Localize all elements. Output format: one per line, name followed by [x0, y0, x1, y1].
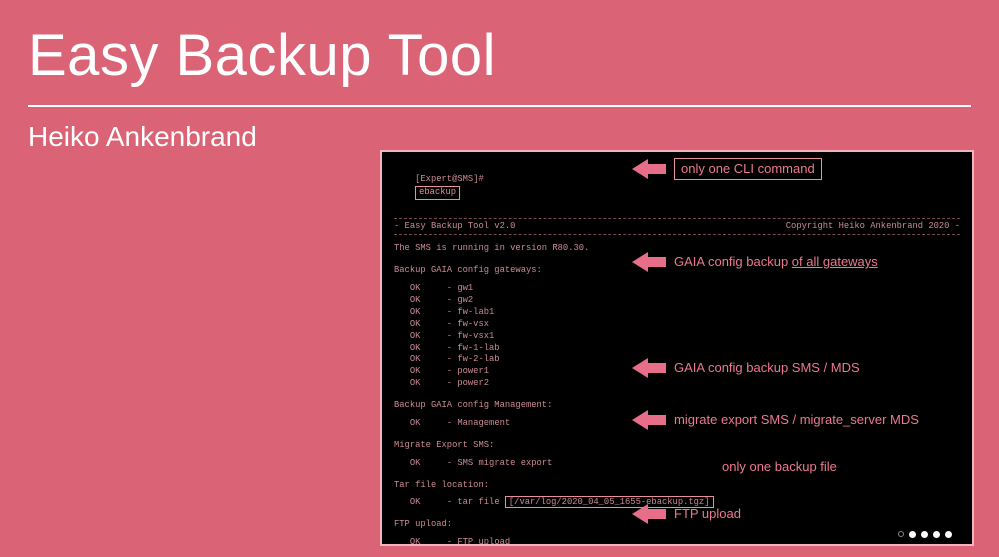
dot-icon	[945, 531, 952, 538]
note-migrate-label: migrate export SMS / migrate_server MDS	[674, 411, 919, 429]
note-gaia-mgmt-label: GAIA config backup SMS / MDS	[674, 359, 860, 377]
status-ok: OK	[410, 497, 421, 507]
dot-icon	[898, 531, 904, 537]
dot-icon	[933, 531, 940, 538]
section-migrate: Migrate Export SMS:	[394, 440, 960, 452]
note-gaia-gateways-label: GAIA config backup of all gateways	[674, 253, 878, 271]
list-item: OK - fw-vsx1	[394, 331, 960, 343]
slide-title: Easy Backup Tool	[0, 0, 999, 99]
ftp-row: OK - FTP upload	[394, 537, 960, 546]
status-ok: OK	[410, 418, 421, 428]
note-ftp-label: FTP upload	[674, 505, 741, 523]
note-gaia-gateways: GAIA config backup of all gateways	[632, 252, 878, 272]
list-item: OK - gw2	[394, 295, 960, 307]
note-text-a: GAIA config backup	[674, 254, 792, 269]
list-item: OK - power2	[394, 378, 960, 390]
arrow-left-icon	[632, 410, 666, 430]
arrow-left-icon	[632, 358, 666, 378]
dot-icon	[921, 531, 928, 538]
note-onefile: only one backup file	[722, 458, 837, 476]
ftp-name: - FTP upload	[447, 537, 510, 546]
note-ftp: FTP upload	[632, 504, 741, 524]
tool-header-right: Copyright Heiko Ankenbrand 2020 -	[786, 221, 960, 233]
note-text-b: of all gateways	[792, 254, 878, 269]
terminal-screenshot: [Expert@SMS]# ebackup - Easy Backup Tool…	[380, 150, 974, 546]
command-box: ebackup	[415, 186, 460, 200]
note-cli: only one CLI command	[632, 158, 822, 180]
arrow-left-icon	[632, 159, 666, 179]
migrate-name: - SMS migrate export	[447, 458, 553, 468]
note-onefile-label: only one backup file	[722, 458, 837, 476]
slide-author: Heiko Ankenbrand	[0, 107, 999, 153]
status-ok: OK	[410, 458, 421, 468]
list-item: OK - fw-vsx	[394, 319, 960, 331]
tool-header: - Easy Backup Tool v2.0 Copyright Heiko …	[394, 218, 960, 236]
section-tar: Tar file location:	[394, 480, 960, 492]
mgmt-name: - Management	[447, 418, 510, 428]
note-migrate: migrate export SMS / migrate_server MDS	[632, 410, 919, 430]
pagination-dots	[898, 531, 952, 538]
list-item: OK - fw-lab1	[394, 307, 960, 319]
tar-prefix: - tar file	[447, 497, 505, 507]
note-gaia-mgmt: GAIA config backup SMS / MDS	[632, 358, 860, 378]
tool-header-left: - Easy Backup Tool v2.0	[394, 221, 515, 233]
list-item: OK - fw-1-lab	[394, 343, 960, 355]
dot-icon	[909, 531, 916, 538]
note-cli-label: only one CLI command	[674, 158, 822, 180]
list-item: OK - gw1	[394, 283, 960, 295]
arrow-left-icon	[632, 504, 666, 524]
migrate-row: OK - SMS migrate export	[394, 458, 960, 470]
status-ok: OK	[410, 537, 421, 546]
shell-prompt: [Expert@SMS]#	[415, 174, 484, 184]
arrow-left-icon	[632, 252, 666, 272]
